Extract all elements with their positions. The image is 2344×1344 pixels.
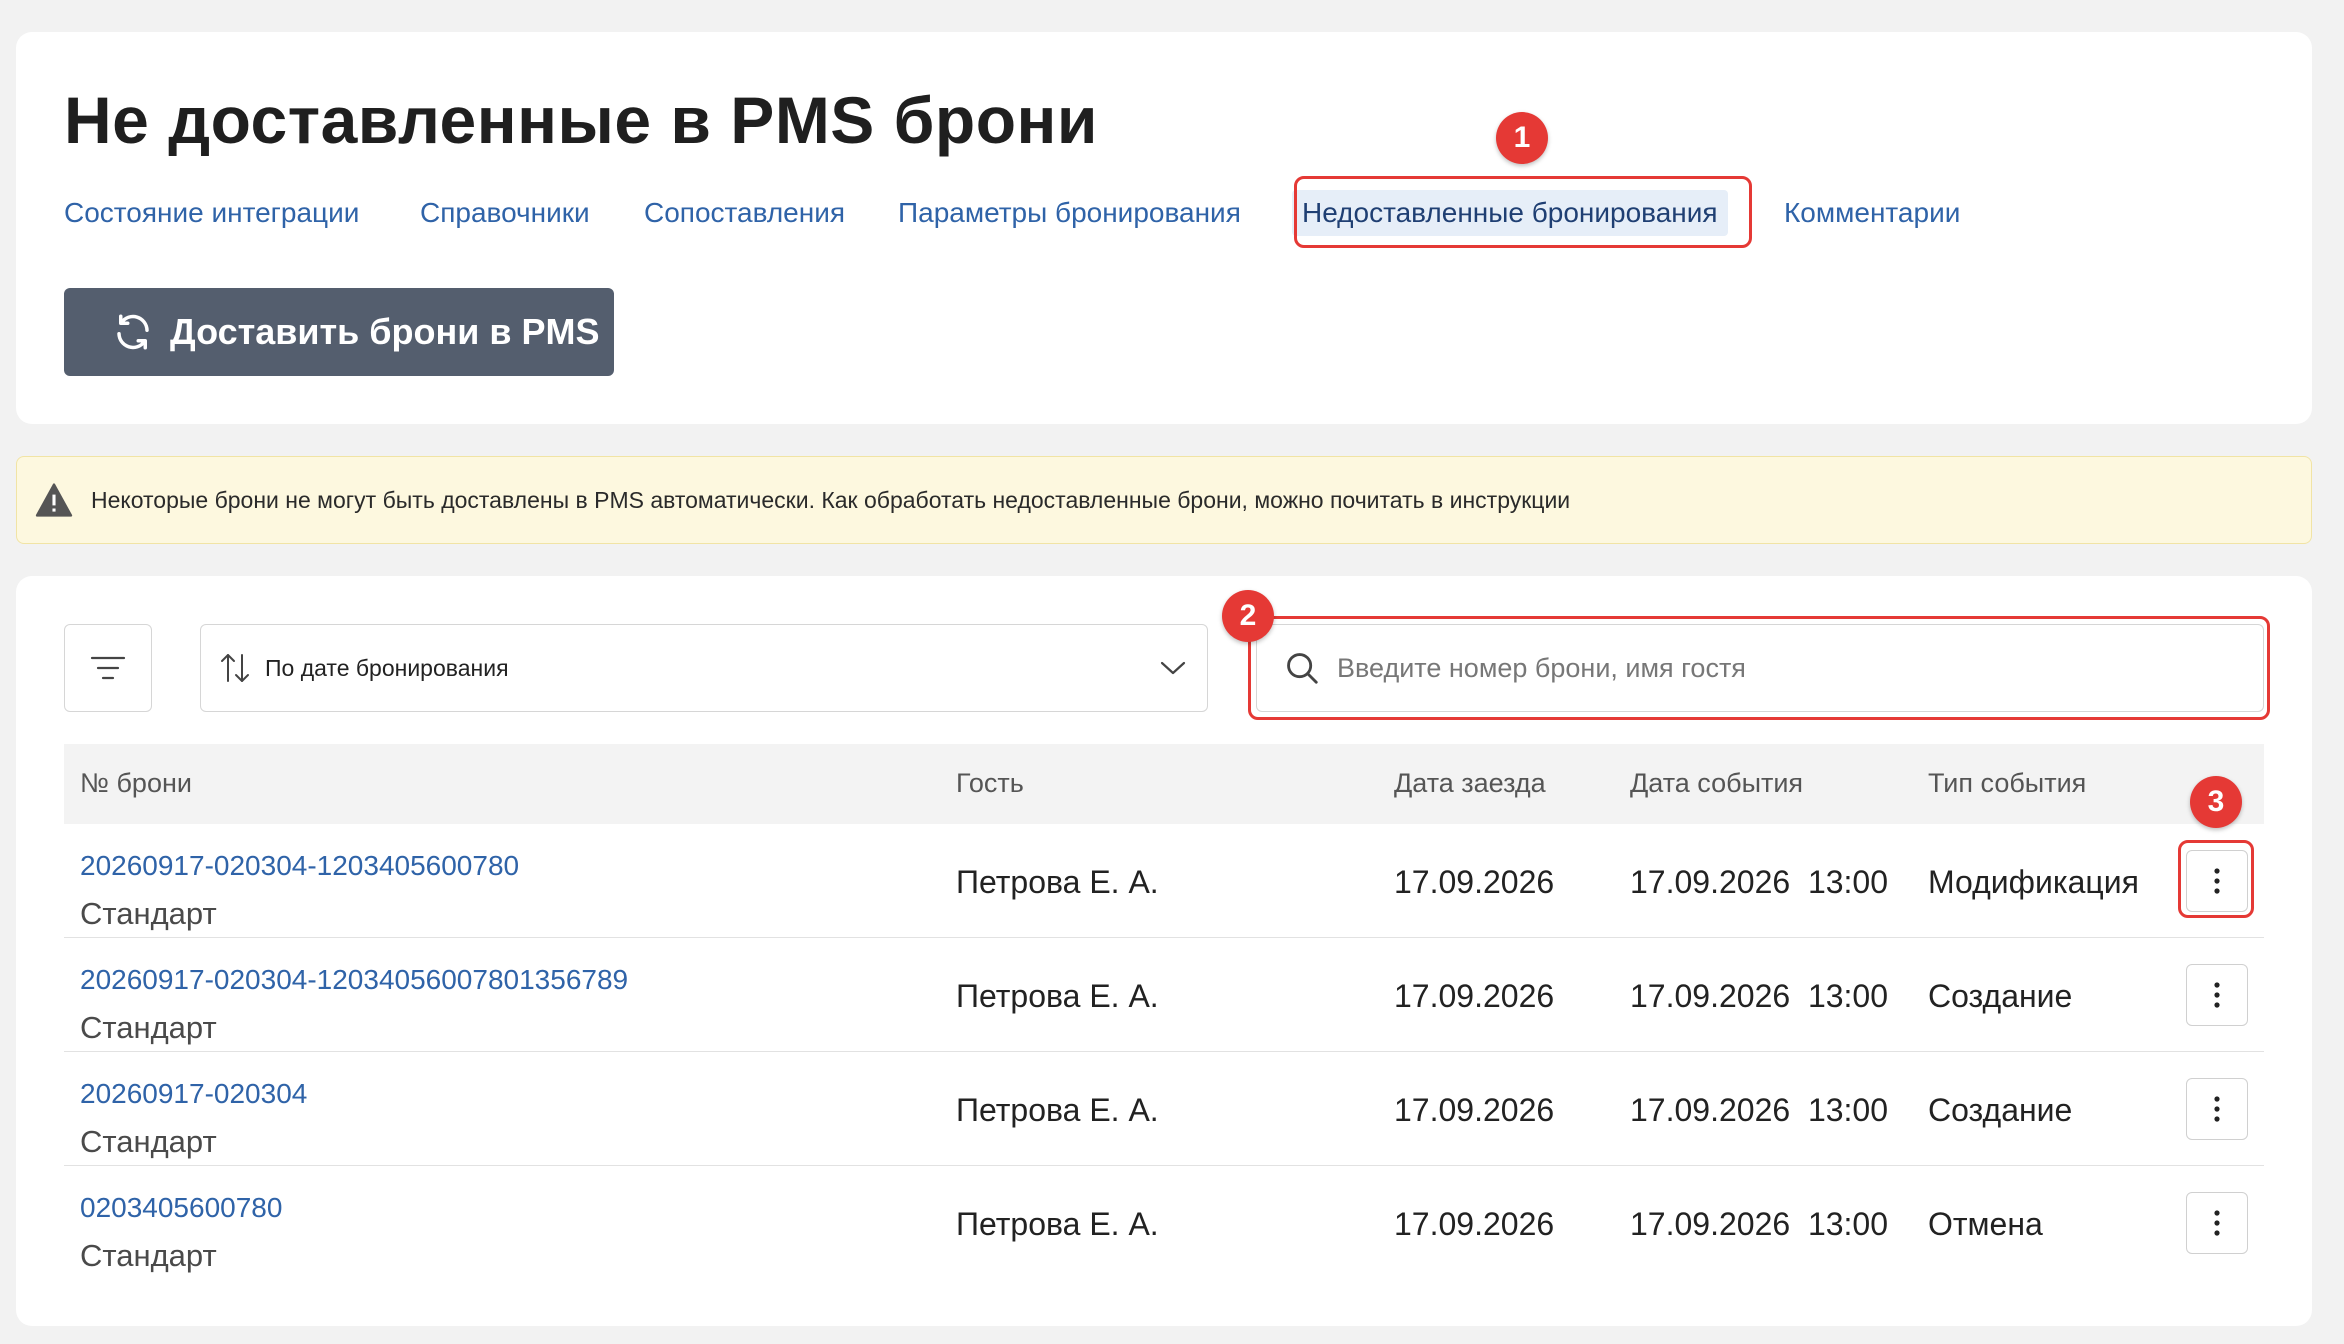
column-header-event-type: Тип события	[1928, 768, 2087, 798]
sort-select[interactable]: По дате бронирования	[200, 624, 1208, 712]
event-type: Модификация	[1928, 864, 2139, 900]
row-actions-button[interactable]	[2186, 850, 2248, 912]
room-category: Стандарт	[80, 896, 217, 931]
table-header: № брони Гость Дата заезда Дата события Т…	[64, 744, 2264, 824]
room-category: Стандарт	[80, 1124, 217, 1159]
event-date: 17.09.2026 13:00	[1630, 978, 1889, 1014]
event-date: 17.09.2026 13:00	[1630, 1092, 1889, 1128]
table-row: 0203405600780 Стандарт Петрова Е. А. 17.…	[64, 1166, 2264, 1280]
tab-integration-status[interactable]: Состояние интеграции	[64, 196, 359, 230]
column-header-checkin: Дата заезда	[1394, 768, 1546, 798]
column-header-number: № брони	[80, 768, 192, 798]
filter-icon	[90, 656, 126, 680]
event-type: Отмена	[1928, 1206, 2043, 1242]
warning-alert: Некоторые брони не могут быть доставлены…	[16, 456, 2312, 544]
checkin-date: 17.09.2026	[1394, 1206, 1555, 1242]
annotation-badge-3: 3	[2190, 776, 2242, 828]
event-date: 17.09.2026 13:00	[1630, 1206, 1889, 1242]
guest-name: Петрова Е. А.	[956, 978, 1159, 1014]
alert-text: Некоторые брони не могут быть доставлены…	[91, 486, 1571, 513]
search-icon	[1283, 649, 1321, 687]
sort-icon	[219, 651, 251, 685]
search-input[interactable]	[1335, 651, 2263, 685]
guest-name: Петрова Е. А.	[956, 1092, 1159, 1128]
event-date: 17.09.2026 13:00	[1630, 864, 1889, 900]
checkin-date: 17.09.2026	[1394, 864, 1555, 900]
booking-number-link[interactable]: 20260917-020304-12034056007801356789	[80, 964, 628, 996]
more-vertical-icon	[2214, 868, 2220, 894]
column-header-event-date: Дата события	[1630, 768, 1804, 798]
tab-mappings[interactable]: Сопоставления	[644, 196, 845, 230]
warning-icon	[35, 483, 73, 517]
refresh-icon	[117, 314, 149, 350]
row-actions-button[interactable]	[2186, 964, 2248, 1026]
filter-button[interactable]	[64, 624, 152, 712]
table-row: 20260917-020304-1203405600780 Стандарт П…	[64, 824, 2264, 938]
more-vertical-icon	[2214, 982, 2220, 1008]
search-field[interactable]	[1256, 624, 2264, 712]
room-category: Стандарт	[80, 1238, 217, 1273]
annotation-badge-2: 2	[1222, 590, 1274, 642]
booking-number-link[interactable]: 20260917-020304	[80, 1078, 307, 1110]
booking-number-link[interactable]: 0203405600780	[80, 1192, 282, 1224]
page-title: Не доставленные в PMS брони	[64, 83, 1098, 157]
row-actions-button[interactable]	[2186, 1192, 2248, 1254]
booking-number-link[interactable]: 20260917-020304-1203405600780	[80, 850, 519, 882]
table-row: 20260917-020304-12034056007801356789 Ста…	[64, 938, 2264, 1052]
tab-booking-params[interactable]: Параметры бронирования	[898, 196, 1241, 230]
tab-comments[interactable]: Комментарии	[1784, 196, 1960, 230]
event-type: Создание	[1928, 1092, 2073, 1128]
guest-name: Петрова Е. А.	[956, 1206, 1159, 1242]
deliver-to-pms-button[interactable]: Доставить брони в PMS	[64, 288, 614, 376]
tab-undelivered-bookings[interactable]: Недоставленные бронирования	[1292, 190, 1728, 236]
more-vertical-icon	[2214, 1096, 2220, 1122]
sort-select-value: По дате бронирования	[265, 654, 509, 681]
checkin-date: 17.09.2026	[1394, 978, 1555, 1014]
room-category: Стандарт	[80, 1010, 217, 1045]
chevron-down-icon	[1159, 659, 1187, 677]
table-row: 20260917-020304 Стандарт Петрова Е. А. 1…	[64, 1052, 2264, 1166]
row-actions-button[interactable]	[2186, 1078, 2248, 1140]
guest-name: Петрова Е. А.	[956, 864, 1159, 900]
column-header-guest: Гость	[956, 768, 1024, 798]
annotation-badge-1: 1	[1496, 112, 1548, 164]
tab-dictionaries[interactable]: Справочники	[420, 196, 590, 230]
event-type: Создание	[1928, 978, 2073, 1014]
deliver-button-label: Доставить брони в PMS	[170, 311, 600, 352]
more-vertical-icon	[2214, 1210, 2220, 1236]
checkin-date: 17.09.2026	[1394, 1092, 1555, 1128]
